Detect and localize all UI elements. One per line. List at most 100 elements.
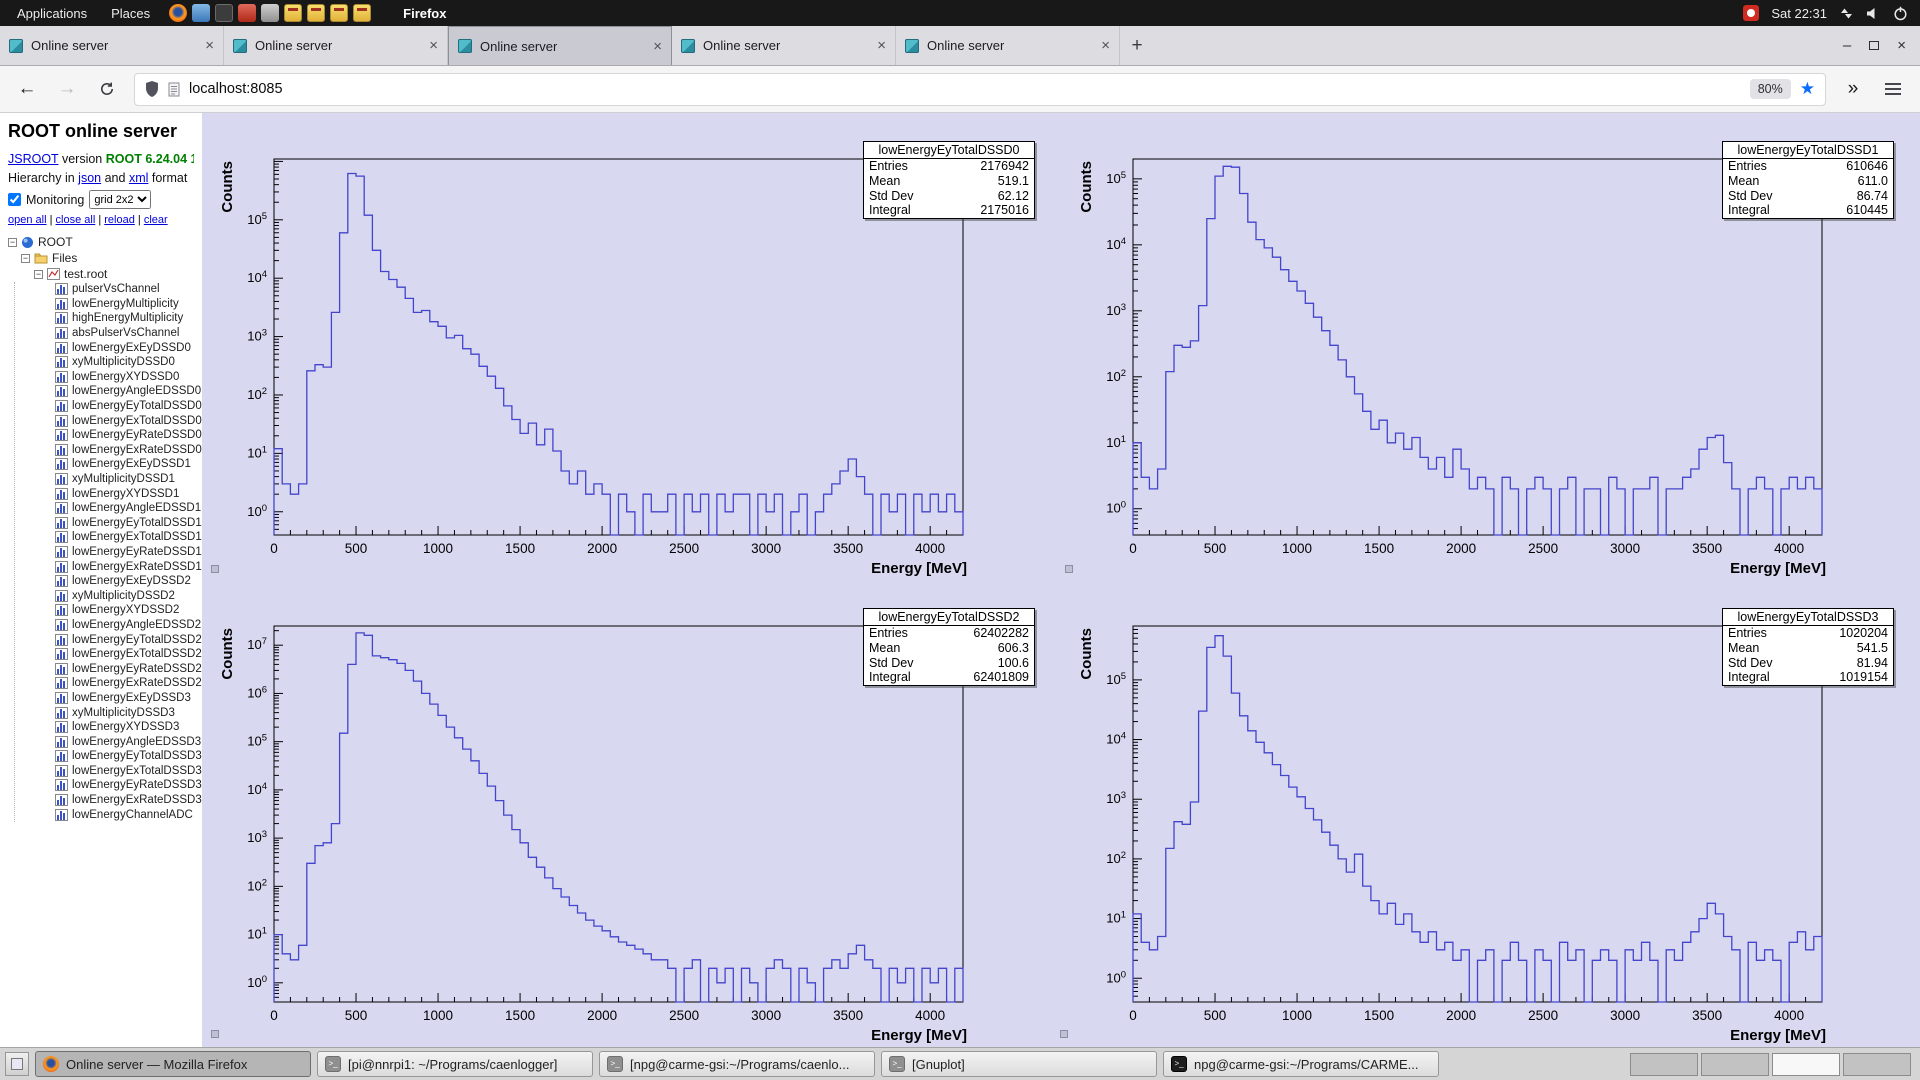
tree-item[interactable]: lowEnergyExTotalDSSD2 <box>55 647 202 662</box>
new-tab-button[interactable]: + <box>1120 26 1154 65</box>
tree-item[interactable]: lowEnergyExEyDSSD1 <box>55 457 194 472</box>
tree-item[interactable]: lowEnergyExEyDSSD2 <box>55 574 194 589</box>
tab-close-icon[interactable]: × <box>1101 38 1110 53</box>
resize-handle[interactable] <box>211 565 219 573</box>
launcher-icon[interactable] <box>261 4 280 22</box>
tree-item[interactable]: lowEnergyEyRateDSSD0 <box>55 428 202 443</box>
tree-item[interactable]: lowEnergyExTotalDSSD0 <box>55 413 202 428</box>
tree-item[interactable]: lowEnergyXYDSSD1 <box>55 486 194 501</box>
histogram-panel[interactable]: 100 101 102 103 104 105 0 500 1000 1500 2000 2500 30… <box>1061 580 1920 1047</box>
stats-box[interactable]: lowEnergyEyTotalDSSD2 Entries 62402282 Mean… <box>863 608 1035 687</box>
tree-item[interactable]: lowEnergyEyRateDSSD2 <box>55 661 202 676</box>
histogram-panel[interactable]: 100 101 102 103 104 105 106 107 0 500 1000 1500 2000… <box>202 580 1061 1047</box>
firefox-launcher-icon[interactable] <box>169 4 188 22</box>
screen-record-indicator-icon[interactable] <box>1743 5 1760 21</box>
histogram-panel[interactable]: 100 101 102 103 104 105 0 500 1000 1500 2000 2500 30… <box>202 113 1061 580</box>
tree-item[interactable]: lowEnergyExEyDSSD0 <box>55 340 194 355</box>
tree-item[interactable]: lowEnergyExRateDSSD0 <box>55 443 202 458</box>
launcher-icon[interactable] <box>330 4 349 22</box>
tree-root-node[interactable]: − ROOT <box>8 234 194 250</box>
resize-handle[interactable] <box>1060 1030 1068 1038</box>
launcher-icon[interactable] <box>307 4 326 22</box>
tree-item[interactable]: lowEnergyAngleEDSSD1 <box>55 501 201 516</box>
volume-icon[interactable] <box>1866 7 1881 20</box>
tree-item[interactable]: lowEnergyAngleEDSSD3 <box>55 734 201 749</box>
taskbar-task[interactable]: >_ [Gnuplot] <box>881 1051 1157 1077</box>
tree-item[interactable]: lowEnergyExTotalDSSD1 <box>55 530 202 545</box>
histogram-panel[interactable]: 100 101 102 103 104 105 0 500 1000 1500 2000 2500 30… <box>1061 113 1920 580</box>
places-menu[interactable]: Places <box>100 0 161 26</box>
tree-item[interactable]: lowEnergyAngleEDSSD2 <box>55 618 201 633</box>
tree-item[interactable]: lowEnergyEyTotalDSSD1 <box>55 516 202 531</box>
tree-item[interactable]: lowEnergyChannelADC <box>55 807 194 822</box>
jsroot-link[interactable]: JSROOT <box>8 152 58 166</box>
workspace-cell[interactable] <box>1843 1052 1911 1076</box>
maximize-button[interactable] <box>1869 41 1880 50</box>
tree-item[interactable]: lowEnergyEyRateDSSD3 <box>55 778 202 793</box>
files-launcher-icon[interactable] <box>192 4 211 22</box>
tree-item[interactable]: lowEnergyEyTotalDSSD0 <box>55 399 202 414</box>
collapse-expander-icon[interactable]: − <box>21 253 30 263</box>
workspace-cell[interactable] <box>1701 1052 1769 1076</box>
tree-item[interactable]: highEnergyMultiplicity <box>55 311 194 326</box>
monitoring-checkbox[interactable] <box>8 193 21 206</box>
stats-box[interactable]: lowEnergyEyTotalDSSD1 Entries 610646 Mean 61… <box>1722 141 1894 220</box>
tree-item[interactable]: lowEnergyAngleEDSSD0 <box>55 384 201 399</box>
reload-button[interactable] <box>90 73 124 105</box>
app-menu-button[interactable] <box>1876 73 1910 105</box>
tree-item[interactable]: lowEnergyExTotalDSSD3 <box>55 764 202 779</box>
zoom-indicator[interactable]: 80% <box>1749 79 1791 99</box>
xml-link[interactable]: xml <box>129 171 148 185</box>
network-icon[interactable] <box>1839 7 1854 20</box>
resize-handle[interactable] <box>1065 565 1073 573</box>
launcher-icon[interactable] <box>238 4 257 22</box>
tree-item[interactable]: lowEnergyEyTotalDSSD3 <box>55 749 202 764</box>
close-button[interactable]: × <box>1897 38 1906 53</box>
tree-folder-node[interactable]: − Files <box>8 250 194 266</box>
tracking-shield-icon[interactable] <box>145 81 159 97</box>
tree-item[interactable]: lowEnergyEyTotalDSSD2 <box>55 632 202 647</box>
taskbar-task[interactable]: >_ [npg@carme-gsi:~/Programs/caenlo... <box>599 1051 875 1077</box>
stats-box[interactable]: lowEnergyEyTotalDSSD0 Entries 2176942 Mean 5… <box>863 141 1035 220</box>
clear-link[interactable]: clear <box>144 214 168 226</box>
tree-item[interactable]: lowEnergyExEyDSSD3 <box>55 691 194 706</box>
layout-select[interactable]: grid 2x2 <box>89 190 152 209</box>
close-all-link[interactable]: close all <box>56 214 96 226</box>
browser-tab[interactable]: Online server × <box>0 26 224 65</box>
tree-item[interactable]: pulserVsChannel <box>55 282 194 297</box>
overflow-menu-button[interactable]: » <box>1836 73 1870 105</box>
tree-file-node[interactable]: − test.root <box>8 266 194 282</box>
tree-item[interactable]: lowEnergyXYDSSD0 <box>55 370 194 385</box>
page-info-icon[interactable] <box>168 82 180 97</box>
stats-box[interactable]: lowEnergyEyTotalDSSD3 Entries 1020204 Mean 5… <box>1722 608 1894 687</box>
power-icon[interactable] <box>1893 6 1908 21</box>
tab-close-icon[interactable]: × <box>429 38 438 53</box>
url-bar[interactable]: localhost:8085 80% ★ <box>134 72 1826 106</box>
url-input[interactable]: localhost:8085 <box>189 81 283 97</box>
tree-item[interactable]: lowEnergyXYDSSD3 <box>55 720 194 735</box>
taskbar-task[interactable]: >_ npg@carme-gsi:~/Programs/CARME... <box>1163 1051 1439 1077</box>
resize-handle[interactable] <box>211 1030 219 1038</box>
tree-item[interactable]: lowEnergyEyRateDSSD1 <box>55 545 202 560</box>
tree-item[interactable]: lowEnergyExRateDSSD2 <box>55 676 202 691</box>
forward-button[interactable]: → <box>50 73 84 105</box>
tab-close-icon[interactable]: × <box>877 38 886 53</box>
taskbar-task[interactable]: Online server — Mozilla Firefox <box>35 1051 311 1077</box>
tree-item[interactable]: xyMultiplicityDSSD3 <box>55 705 194 720</box>
browser-tab[interactable]: Online server × <box>896 26 1120 65</box>
bookmark-star-icon[interactable]: ★ <box>1800 79 1815 99</box>
tree-item[interactable]: lowEnergyExRateDSSD3 <box>55 793 202 808</box>
browser-tab[interactable]: Online server × <box>224 26 448 65</box>
terminal-launcher-icon[interactable] <box>215 4 234 22</box>
clock[interactable]: Sat 22:31 <box>1771 6 1827 21</box>
json-link[interactable]: json <box>78 171 101 185</box>
minimize-button[interactable]: – <box>1843 38 1851 53</box>
tree-item[interactable]: lowEnergyXYDSSD2 <box>55 603 194 618</box>
tree-item[interactable]: xyMultiplicityDSSD0 <box>55 355 194 370</box>
tree-item[interactable]: lowEnergyMultiplicity <box>55 297 194 312</box>
launcher-icon[interactable] <box>353 4 372 22</box>
tree-item[interactable]: xyMultiplicityDSSD2 <box>55 588 194 603</box>
tab-close-icon[interactable]: × <box>205 38 214 53</box>
browser-tab[interactable]: Online server × <box>448 26 672 65</box>
tree-item[interactable]: xyMultiplicityDSSD1 <box>55 472 194 487</box>
